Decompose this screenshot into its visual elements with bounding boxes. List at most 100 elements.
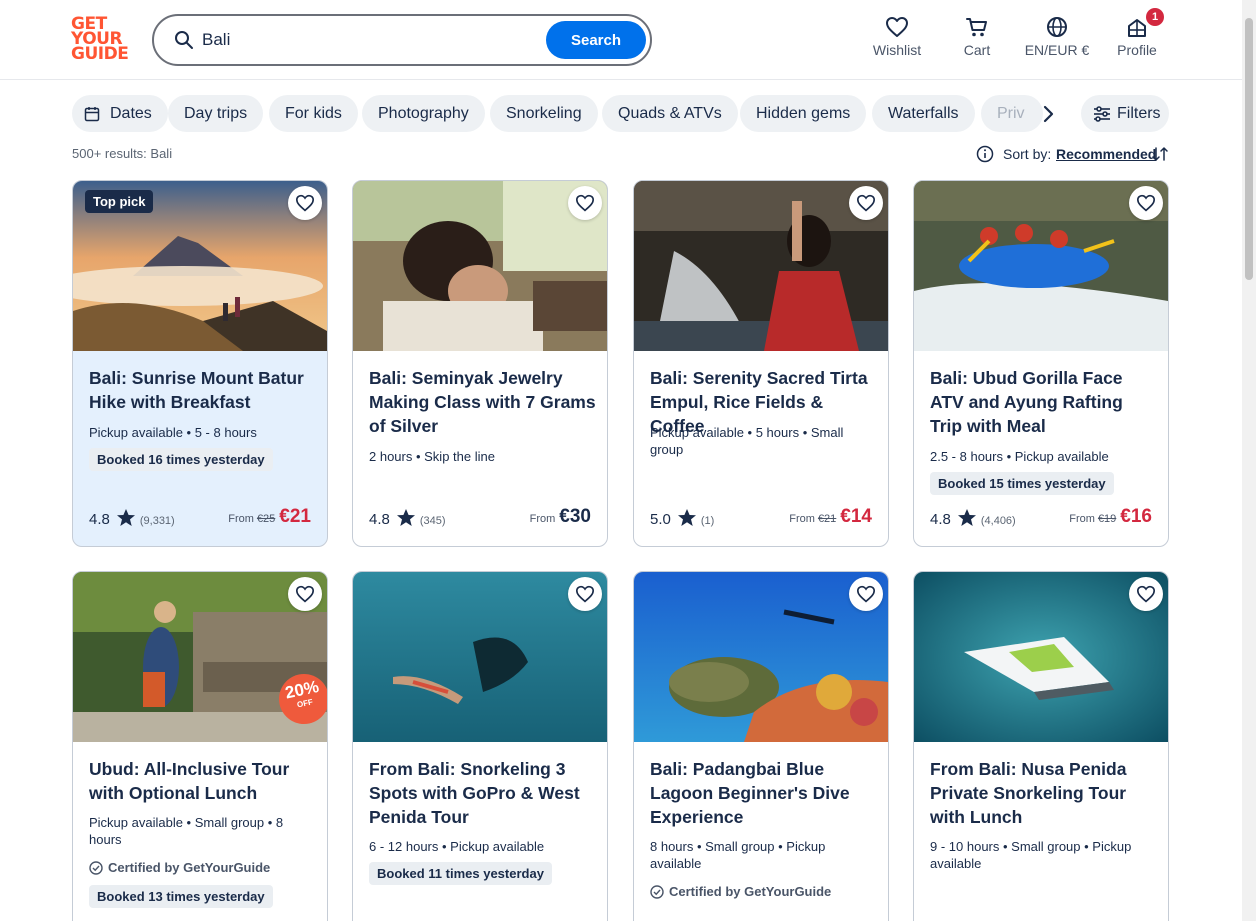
activity-title[interactable]: Bali: Ubud Gorilla Face ATV and Ayung Ra… [930,366,1158,438]
star-icon [116,509,135,526]
rating: 4.8 (345) [369,508,446,528]
current-price: €21 [279,506,311,527]
filters-button[interactable]: Filters [1081,95,1169,132]
chip-photography[interactable]: Photography [362,95,485,132]
price: From €30 [530,506,591,528]
activity-card[interactable]: From Bali: Snorkeling 3 Spots with GoPro… [352,571,608,921]
certified-text: Certified by GetYourGuide [108,860,271,875]
chip-label: Hidden gems [756,105,851,122]
activity-meta: 2.5 - 8 hours • Pickup available [930,449,1109,464]
info-icon[interactable] [976,145,994,163]
price-from: From [228,513,254,525]
chip-day-trips[interactable]: Day trips [168,95,264,132]
review-count: (1) [700,515,715,527]
activity-title[interactable]: Bali: Seminyak Jewelry Making Class with… [369,366,597,438]
chip-label: Quads & ATVs [618,105,722,122]
old-price: €25 [256,513,276,525]
profile-nav[interactable]: Profile 1 [1097,8,1177,58]
activity-title[interactable]: Bali: Padangbai Blue Lagoon Beginner's D… [650,757,878,829]
wishlist-heart-button[interactable] [849,577,883,611]
wishlist-nav[interactable]: Wishlist [857,16,937,58]
heart-icon [575,194,595,212]
heart-icon [295,585,315,603]
chip-dates[interactable]: Dates [72,95,168,132]
chip-label: For kids [285,105,342,122]
wishlist-heart-button[interactable] [568,186,602,220]
current-price: €30 [559,506,591,527]
language-currency-nav[interactable]: EN/EUR € [1017,16,1097,58]
globe-icon [1047,17,1067,37]
activity-title[interactable]: From Bali: Snorkeling 3 Spots with GoPro… [369,757,597,829]
search-icon [175,31,193,49]
activity-meta: 9 - 10 hours • Small group • Pickup avai… [930,839,1132,871]
getyourguide-logo[interactable]: GET YOUR GUIDE [71,16,129,64]
sort-value[interactable]: Recommended [1056,146,1156,162]
notification-badge: 1 [1146,8,1164,26]
certified-label: Certified by GetYourGuide [89,860,270,875]
wishlist-heart-button[interactable] [288,186,322,220]
wishlist-heart-button[interactable] [1129,186,1163,220]
heart-icon [575,585,595,603]
calendar-icon [84,107,100,122]
activity-title[interactable]: From Bali: Nusa Penida Private Snorkelin… [930,757,1158,829]
activity-card[interactable]: Bali: Padangbai Blue Lagoon Beginner's D… [633,571,889,921]
sort-label: Sort by: [1003,146,1052,162]
current-price: €14 [840,506,872,527]
chip-label: Snorkeling [506,105,582,122]
search-input[interactable] [202,27,532,53]
chip-waterfalls[interactable]: Waterfalls [872,95,975,132]
chip-label: Priv [997,105,1025,122]
page-scrollbar[interactable] [1242,0,1256,921]
activity-card[interactable]: Bali: Ubud Gorilla Face ATV and Ayung Ra… [913,180,1169,547]
activity-card[interactable]: Bali: Seminyak Jewelry Making Class with… [352,180,608,547]
wishlist-heart-button[interactable] [849,186,883,220]
current-price: €16 [1120,506,1152,527]
search-button[interactable]: Search [546,21,646,59]
activity-card[interactable]: Bali: Serenity Sacred Tirta Empul, Rice … [633,180,889,547]
activity-meta: 8 hours • Small group • Pickup available [650,839,826,871]
rating: 4.8 (9,331) [89,508,175,528]
wishlist-label: Wishlist [872,42,922,58]
logo-line: GUIDE [71,44,129,64]
wishlist-heart-button[interactable] [568,577,602,611]
review-count: (4,406) [980,515,1016,527]
chip-quads-atvs[interactable]: Quads & ATVs [602,95,738,132]
rating: 5.0 (1) [650,508,714,528]
activity-card[interactable]: 20% OFF Ubud: All-Inclusive Tour with Op… [72,571,328,921]
booked-badge: Booked 16 times yesterday [89,448,273,471]
chip-label: Dates [110,105,152,122]
chip-for-kids[interactable]: For kids [269,95,358,132]
wishlist-heart-button[interactable] [1129,577,1163,611]
activity-meta: 2 hours • Skip the line [369,449,495,464]
activity-title[interactable]: Ubud: All-Inclusive Tour with Optional L… [89,757,317,805]
chip-label: Photography [378,105,469,122]
cart-nav[interactable]: Cart [937,16,1017,58]
chevron-right-icon[interactable] [1036,102,1060,126]
filters-label: Filters [1117,105,1161,122]
wishlist-heart-button[interactable] [288,577,322,611]
star-icon [677,509,696,526]
activity-meta: Pickup available • Small group • 8 hours [89,815,284,847]
price-from: From [789,513,815,525]
chip-snorkeling[interactable]: Snorkeling [490,95,598,132]
sort-arrows-icon[interactable] [1151,144,1169,164]
profile-label: Profile [1117,42,1157,58]
sort-control[interactable]: Sort by: Recommended [976,144,1170,164]
chip-hidden-gems[interactable]: Hidden gems [740,95,867,132]
booked-badge: Booked 11 times yesterday [369,862,552,885]
price: From €21 €14 [789,506,872,528]
review-count: (9,331) [139,515,175,527]
scrollbar-thumb[interactable] [1245,18,1253,280]
activity-card[interactable]: From Bali: Nusa Penida Private Snorkelin… [913,571,1169,921]
cart-label: Cart [963,42,991,58]
old-price: €21 [817,513,837,525]
chip-private[interactable]: Priv [981,95,1043,132]
old-price: €19 [1097,513,1117,525]
chip-label: Day trips [184,105,248,122]
price-from: From [1069,513,1095,525]
activity-card[interactable]: Top pick Bali: Sunrise Mount Batur Hike … [72,180,328,547]
top-pick-badge: Top pick [85,190,154,213]
activity-title[interactable]: Bali: Sunrise Mount Batur Hike with Brea… [89,366,317,414]
activity-meta: Pickup available • 5 - 8 hours [89,425,257,440]
heart-icon [1136,194,1156,212]
